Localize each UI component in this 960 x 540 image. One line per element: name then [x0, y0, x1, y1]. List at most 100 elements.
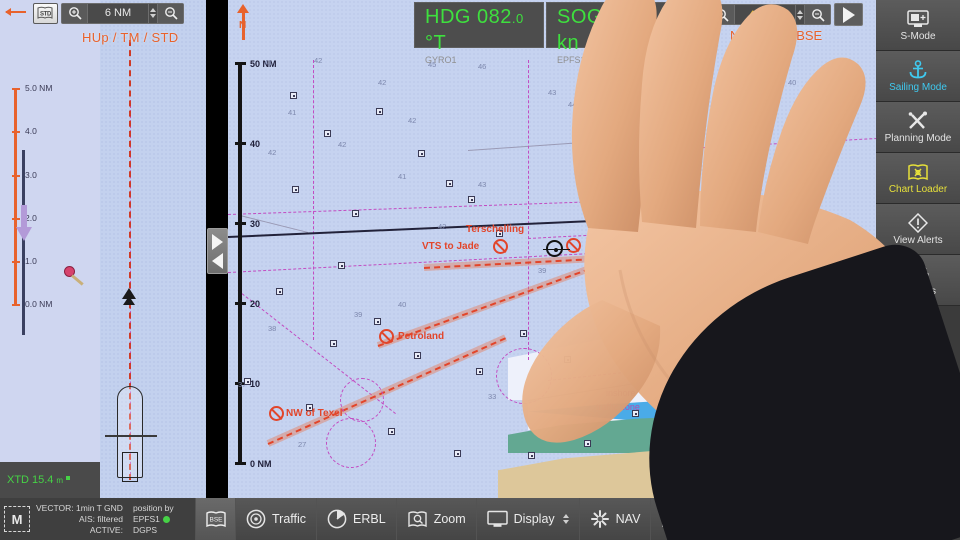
sog-source: EPFS1 [557, 55, 586, 65]
position-source-value: EPFS1 [133, 514, 174, 525]
chart-obstruction [564, 356, 571, 363]
collapse-left-icon[interactable] [212, 252, 223, 269]
chart-obstruction [376, 108, 383, 115]
heading-value: HDG 082.0 °T [425, 5, 535, 55]
zoom-out-icon[interactable] [805, 5, 830, 24]
xtd-scale-label: 5.0 NM [25, 83, 53, 93]
waypoint-marker[interactable] [566, 238, 581, 253]
chart-obstruction [584, 440, 591, 447]
sounding: 42 [268, 148, 277, 157]
sidebar-item-label: S-Mode [900, 30, 936, 42]
zoom-chart-icon [407, 510, 428, 529]
sounding: 42 [378, 78, 387, 87]
sounding: 42 [438, 222, 447, 231]
chart-load-icon [907, 162, 929, 183]
mode-badge: M [4, 506, 30, 532]
chart-obstruction [330, 340, 337, 347]
chart-range-scale [238, 62, 242, 464]
sounding: 41 [288, 108, 297, 117]
chart-range-value[interactable]: 48 NM [734, 5, 796, 24]
chart-obstruction [520, 330, 527, 337]
sounding: 33 [488, 392, 497, 401]
erbl-icon [327, 509, 347, 529]
chart-obstruction [528, 452, 535, 459]
sidebar-item-s-mode[interactable]: S-Mode [876, 0, 960, 51]
waypoint-marker[interactable] [269, 406, 284, 421]
toolbar-button-label: NAV [615, 512, 641, 526]
zoom-in-icon[interactable] [62, 3, 87, 23]
sog-number: 30 [609, 6, 633, 28]
status-right-column: position by EPFS1 DGPS [133, 503, 174, 536]
position-source-title: position by [132, 502, 174, 513]
toolbar-chart-book-button[interactable]: BSE [195, 498, 235, 540]
waypoint-marker[interactable] [379, 329, 394, 344]
xtd-value: 15.4 [32, 474, 54, 486]
sog-readout: SOG 30.1 kn EPFS1 [546, 2, 678, 65]
waypoint-label: Petroland [398, 331, 445, 342]
panel-collapse-toggle[interactable] [207, 228, 228, 274]
chart-obstruction [276, 288, 283, 295]
chart-obstruction [352, 210, 359, 217]
sog-unit: kn [557, 32, 580, 54]
route-monitor-panel: 5.0 NM 4.0 3.0 2.0 1.0 0.0 NM STD 6 NM H… [0, 0, 206, 498]
left-range-stepper[interactable] [149, 3, 158, 23]
toolbar-button-label: Display [513, 512, 555, 526]
left-range-control[interactable]: 6 NM [61, 2, 184, 24]
toolbar-zoom-button[interactable]: Zoom [395, 498, 476, 540]
sidebar-item-chart-loader[interactable]: Chart Loader [876, 153, 960, 204]
range-tick [235, 462, 246, 465]
svg-text:STD: STD [40, 12, 52, 18]
heading-number: 082 [477, 6, 512, 28]
north-label: N [239, 20, 247, 31]
xtd-unit: m [56, 475, 64, 485]
sounding: 39 [354, 310, 363, 319]
anchor-icon [907, 60, 929, 81]
zoom-out-icon[interactable] [158, 3, 183, 23]
chart-obstruction [454, 450, 461, 457]
toolbar-traffic-button[interactable]: Traffic [235, 498, 317, 540]
sidebar-item-label: Planning Mode [884, 132, 952, 144]
heading-decimal: .0 [511, 11, 524, 26]
sounding: 38 [828, 150, 837, 159]
chart-obstruction [446, 180, 453, 187]
own-ship-symbol[interactable] [543, 240, 570, 257]
alert-icon [908, 213, 928, 234]
chart-obstruction [414, 352, 421, 359]
toolbar-nav-button[interactable]: NAV [578, 498, 651, 540]
chart-range-stepper[interactable] [796, 5, 805, 24]
chart-obstruction [290, 92, 297, 99]
sounding: 39 [538, 266, 547, 275]
sounding: 40 [788, 78, 797, 87]
chart-obstruction [292, 186, 299, 193]
monitor-icon [907, 9, 929, 30]
left-range-value[interactable]: 6 NM [87, 3, 149, 23]
heading-unit: °T [425, 32, 447, 54]
xtd-scale-label: 1.0 [25, 256, 37, 266]
waypoint-label: VTS to Jade [422, 241, 480, 252]
sidebar-item-label: Chart Loader [888, 183, 948, 195]
sidebar-item-planning-mode[interactable]: Planning Mode [876, 102, 960, 153]
ais-vessel-target[interactable] [578, 78, 587, 87]
toolbar-display-button[interactable]: Display [475, 498, 579, 540]
display-dropdown-icon[interactable] [562, 514, 569, 524]
chart-std-icon[interactable]: STD [680, 4, 705, 25]
sidebar-item-sailing-mode[interactable]: Sailing Mode [876, 51, 960, 102]
xtd-scale-label: 0.0 NM [25, 299, 53, 309]
chart-range-control[interactable]: 48 NM [708, 4, 831, 25]
sog-value: SOG 30.1 kn [557, 5, 669, 55]
sounding: 44 [568, 100, 577, 109]
pan-left-arrow-icon[interactable] [4, 4, 30, 22]
chart-obstruction [244, 378, 251, 385]
waypoint-label: Terschelling [466, 224, 525, 235]
expand-right-icon[interactable] [212, 233, 223, 250]
range-scale-label: 20 [250, 299, 261, 309]
range-scale-label: 10 [250, 379, 261, 389]
zoom-in-icon[interactable] [709, 5, 734, 24]
play-icon[interactable] [834, 3, 863, 26]
toolbar-erbl-button[interactable]: ERBL [316, 498, 396, 540]
sounding: 43 [548, 88, 557, 97]
waypoint-marker[interactable] [493, 239, 508, 254]
chart-std-icon[interactable]: STD [33, 2, 58, 24]
sounding: 41 [398, 172, 407, 181]
xtd-scale-label: 4.0 [25, 126, 37, 136]
